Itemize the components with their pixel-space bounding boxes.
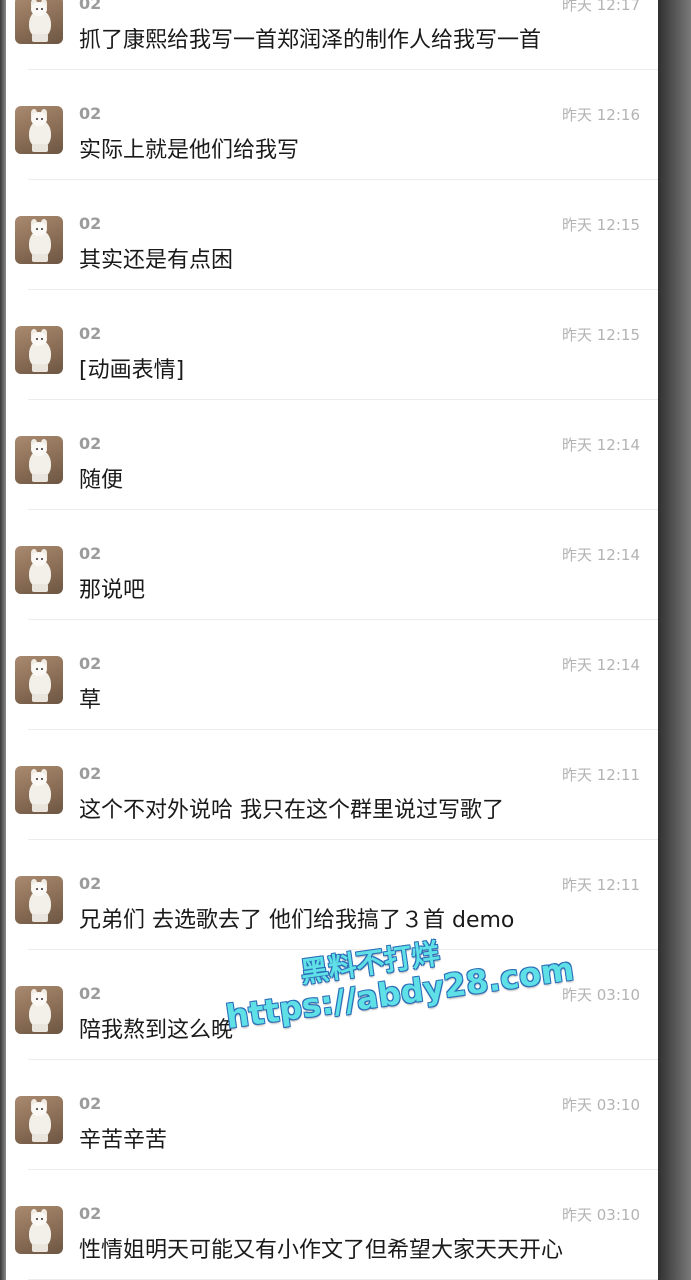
message-row[interactable]: 02 昨天 12:11 兄弟们 去选歌去了 他们给我搞了３首 demo <box>6 840 658 950</box>
message-row[interactable]: 02 昨天 03:10 陪我熬到这么晚 <box>6 950 658 1060</box>
sender-name: 02 <box>79 764 102 783</box>
message-row[interactable]: 02 昨天 12:16 实际上就是他们给我写 <box>6 70 658 180</box>
message-time: 昨天 03:10 <box>562 986 640 1004</box>
message-time: 昨天 12:14 <box>562 436 640 454</box>
message-time: 昨天 12:16 <box>562 106 640 124</box>
white-dog-avatar[interactable] <box>15 1096 63 1144</box>
white-dog-avatar[interactable] <box>15 0 63 44</box>
message-time: 昨天 03:10 <box>562 1096 640 1114</box>
message-text: 辛苦辛苦 <box>79 1128 168 1153</box>
message-text: 抓了康熙给我写一首郑润泽的制作人给我写一首 <box>79 28 542 53</box>
message-row[interactable]: 02 昨天 12:17 抓了康熙给我写一首郑润泽的制作人给我写一首 <box>6 0 658 70</box>
message-text: 陪我熬到这么晚 <box>79 1018 234 1043</box>
message-time: 昨天 12:17 <box>562 0 640 14</box>
sender-name: 02 <box>79 214 102 233</box>
message-text: 随便 <box>79 468 124 493</box>
white-dog-avatar[interactable] <box>15 546 63 594</box>
white-dog-avatar[interactable] <box>15 106 63 154</box>
white-dog-avatar[interactable] <box>15 326 63 374</box>
message-text: 性情姐明天可能又有小作文了但希望大家天天开心 <box>79 1238 564 1263</box>
message-text: 其实还是有点困 <box>79 248 234 273</box>
message-text: 实际上就是他们给我写 <box>79 138 300 163</box>
message-time: 昨天 12:14 <box>562 546 640 564</box>
sender-name: 02 <box>79 0 102 13</box>
message-row[interactable]: 02 昨天 12:11 这个不对外说哈 我只在这个群里说过写歌了 <box>6 730 658 840</box>
white-dog-avatar[interactable] <box>15 216 63 264</box>
message-text: [动画表情] <box>79 358 185 383</box>
message-row[interactable]: 02 昨天 12:15 [动画表情] <box>6 290 658 400</box>
message-time: 昨天 12:11 <box>562 766 640 784</box>
sender-name: 02 <box>79 874 102 893</box>
message-row[interactable]: 02 昨天 03:10 性情姐明天可能又有小作文了但希望大家天天开心 <box>6 1170 658 1280</box>
message-row[interactable]: 02 昨天 12:14 随便 <box>6 400 658 510</box>
message-time: 昨天 12:14 <box>562 656 640 674</box>
message-row[interactable]: 02 昨天 12:15 其实还是有点困 <box>6 180 658 290</box>
message-time: 昨天 03:10 <box>562 1206 640 1224</box>
message-time: 昨天 12:15 <box>562 326 640 344</box>
white-dog-avatar[interactable] <box>15 656 63 704</box>
message-text: 兄弟们 去选歌去了 他们给我搞了３首 demo <box>79 908 515 933</box>
message-time: 昨天 12:15 <box>562 216 640 234</box>
sender-name: 02 <box>79 434 102 453</box>
message-row[interactable]: 02 昨天 03:10 辛苦辛苦 <box>6 1060 658 1170</box>
sender-name: 02 <box>79 1204 102 1223</box>
message-text: 草 <box>79 688 102 713</box>
white-dog-avatar[interactable] <box>15 1206 63 1254</box>
sender-name: 02 <box>79 104 102 123</box>
white-dog-avatar[interactable] <box>15 766 63 814</box>
sender-name: 02 <box>79 1094 102 1113</box>
white-dog-avatar[interactable] <box>15 986 63 1034</box>
message-list[interactable]: 02 昨天 12:17 抓了康熙给我写一首郑润泽的制作人给我写一首 02 昨天 … <box>6 0 658 1280</box>
right-edge-shadow <box>658 0 691 1280</box>
message-text: 那说吧 <box>79 578 146 603</box>
message-time: 昨天 12:11 <box>562 876 640 894</box>
message-row[interactable]: 02 昨天 12:14 草 <box>6 620 658 730</box>
sender-name: 02 <box>79 654 102 673</box>
white-dog-avatar[interactable] <box>15 436 63 484</box>
chat-history-panel[interactable]: 02 昨天 12:17 抓了康熙给我写一首郑润泽的制作人给我写一首 02 昨天 … <box>6 0 658 1280</box>
message-text: 这个不对外说哈 我只在这个群里说过写歌了 <box>79 798 504 823</box>
white-dog-avatar[interactable] <box>15 876 63 924</box>
sender-name: 02 <box>79 324 102 343</box>
sender-name: 02 <box>79 544 102 563</box>
message-row[interactable]: 02 昨天 12:14 那说吧 <box>6 510 658 620</box>
sender-name: 02 <box>79 984 102 1003</box>
